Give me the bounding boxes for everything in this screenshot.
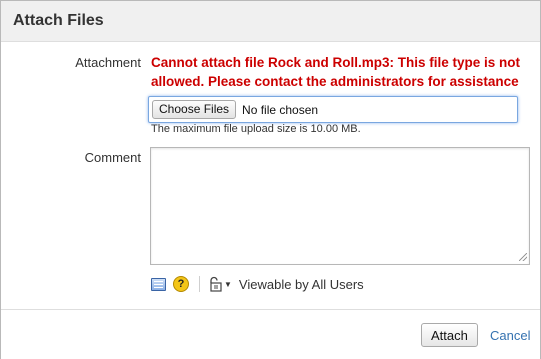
toolbar-divider (199, 276, 200, 292)
visibility-label: Viewable by All Users (238, 276, 364, 292)
attachment-label: Attachment (75, 55, 141, 70)
comment-toolbar: ? ▼ Viewable by All Users (151, 275, 364, 293)
file-status: No file chosen (242, 102, 319, 117)
chevron-down-icon: ▼ (224, 279, 232, 289)
cancel-link[interactable]: Cancel (490, 328, 530, 343)
choose-files-button[interactable]: Choose Files (152, 100, 237, 119)
unlock-icon (210, 276, 222, 292)
max-size-hint: The maximum file upload size is 10.00 MB… (151, 123, 361, 135)
dialog-title: Attach Files (13, 12, 104, 29)
restrictions-dropdown[interactable]: ▼ (208, 276, 232, 292)
dialog-header: Attach Files (1, 1, 540, 42)
wiki-markup-icon[interactable] (151, 277, 166, 291)
dialog-footer: Attach Cancel (1, 309, 540, 359)
file-input[interactable]: Choose Files No file chosen (148, 96, 518, 123)
error-message: Cannot attach file Rock and Roll.mp3: Th… (151, 55, 521, 89)
attach-button[interactable]: Attach (421, 323, 478, 347)
attach-files-dialog: Attach Files Attachment Cannot attach fi… (0, 0, 541, 359)
help-icon[interactable]: ? (173, 276, 189, 292)
comment-label: Comment (84, 150, 141, 165)
resize-grip-icon[interactable] (519, 253, 527, 261)
comment-textarea[interactable] (150, 147, 530, 265)
